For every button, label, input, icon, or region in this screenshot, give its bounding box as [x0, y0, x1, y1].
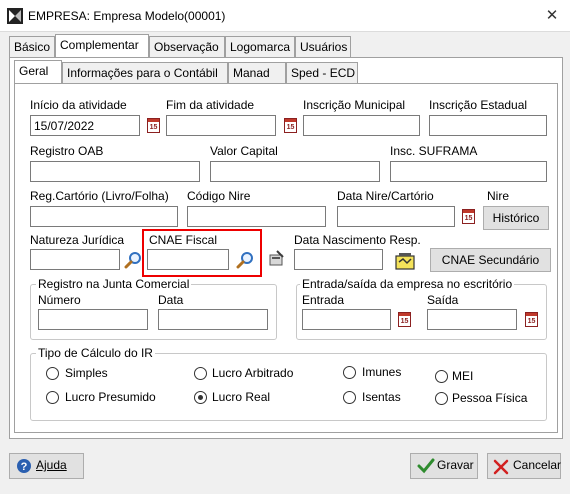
fim-atividade-calendar-icon[interactable]: 15 [284, 118, 297, 133]
registro-data-field[interactable] [158, 309, 268, 330]
cnae-fiscal-search-icon[interactable] [236, 251, 254, 269]
fim-atividade-label: Fim da atividade [166, 98, 255, 112]
inscricao-estadual-field[interactable] [429, 115, 547, 136]
radio-lucro-presumido[interactable] [46, 391, 59, 404]
birthday-icon[interactable] [395, 251, 415, 271]
entrada-field[interactable] [302, 309, 391, 330]
cnae-fiscal-field[interactable] [147, 249, 229, 270]
reg-cartorio-label: Reg.Cartório (Livro/Folha) [30, 189, 169, 203]
codigo-nire-field[interactable] [187, 206, 326, 227]
radio-pessoa-fisica[interactable] [435, 392, 448, 405]
cnae-secundario-button[interactable]: CNAE Secundário [430, 248, 551, 272]
tab-usuarios[interactable]: Usuários [295, 36, 351, 57]
codigo-nire-label: Código Nire [187, 189, 251, 203]
tipo-calculo-group [30, 353, 547, 421]
radio-isentas-label: Isentas [362, 390, 401, 404]
inscricao-municipal-label: Inscrição Municipal [303, 98, 406, 112]
data-nire-label: Data Nire/Cartório [337, 189, 434, 203]
data-nascimento-resp-label: Data Nascimento Resp. [294, 233, 421, 247]
tab-observacao[interactable]: Observação [149, 36, 225, 57]
tab-complementar[interactable]: Complementar [55, 34, 149, 57]
entrada-calendar-icon[interactable]: 15 [398, 312, 411, 327]
cancelar-button[interactable]: Cancelar [487, 453, 561, 479]
bottom-bar [0, 445, 570, 494]
tab-basico[interactable]: Básico [9, 36, 55, 57]
radio-lucro-arbitrado-label: Lucro Arbitrado [212, 366, 294, 380]
radio-mei-label: MEI [452, 369, 474, 383]
help-icon: ? [17, 459, 31, 473]
saida-calendar-icon[interactable]: 15 [525, 312, 538, 327]
ajuda-label: Ajuda [36, 458, 67, 472]
radio-pessoa-fisica-label: Pessoa Física [452, 391, 528, 405]
insc-suframa-field[interactable] [390, 161, 547, 182]
radio-lucro-real[interactable] [194, 391, 207, 404]
cnae-fiscal-label: CNAE Fiscal [149, 233, 218, 247]
inscricao-municipal-field[interactable] [303, 115, 420, 136]
radio-mei[interactable] [435, 370, 448, 383]
tipo-calculo-title: Tipo de Cálculo do IR [36, 346, 155, 360]
saida-label: Saída [427, 293, 459, 307]
inicio-atividade-label: Início da atividade [30, 98, 127, 112]
valor-capital-label: Valor Capital [210, 144, 278, 158]
app-logo-icon [7, 8, 23, 24]
radio-lucro-presumido-label: Lucro Presumido [65, 390, 156, 404]
registro-oab-field[interactable] [30, 161, 200, 182]
inicio-atividade-field[interactable] [30, 115, 140, 136]
data-nire-calendar-icon[interactable]: 15 [462, 209, 475, 224]
registro-data-label: Data [158, 293, 184, 307]
gravar-label: Gravar [437, 458, 474, 472]
registro-junta-title: Registro na Junta Comercial [36, 277, 192, 291]
sub-tab-bar: Geral Informações para o Contábil Manad … [14, 60, 358, 83]
main-tab-bar: Básico Complementar Observação Logomarca… [9, 34, 359, 57]
historico-button[interactable]: Histórico [483, 206, 549, 230]
ajuda-button[interactable]: ? Ajuda [9, 453, 84, 479]
saida-field[interactable] [427, 309, 517, 330]
registro-numero-field[interactable] [38, 309, 148, 330]
tab-manad[interactable]: Manad [228, 62, 286, 83]
close-icon[interactable]: ✕ [540, 6, 564, 26]
radio-isentas[interactable] [343, 391, 356, 404]
registro-oab-label: Registro OAB [30, 144, 104, 158]
registro-numero-label: Número [38, 293, 81, 307]
window-title: EMPRESA: Empresa Modelo(00001) [28, 9, 226, 23]
radio-lucro-real-label: Lucro Real [212, 390, 271, 404]
cnae-edit-icon[interactable] [267, 249, 285, 267]
natureza-juridica-field[interactable] [30, 249, 120, 270]
natureza-juridica-search-icon[interactable] [124, 251, 142, 269]
reg-cartorio-field[interactable] [30, 206, 178, 227]
entrada-label: Entrada [302, 293, 345, 307]
radio-simples[interactable] [46, 367, 59, 380]
tab-informacoes-contabil[interactable]: Informações para o Contábil [62, 62, 228, 83]
radio-simples-label: Simples [65, 366, 108, 380]
inscricao-estadual-label: Inscrição Estadual [429, 98, 528, 112]
valor-capital-field[interactable] [210, 161, 380, 182]
fim-atividade-field[interactable] [166, 115, 276, 136]
nire-label: Nire [487, 189, 510, 203]
title-bar: EMPRESA: Empresa Modelo(00001) ✕ [0, 0, 570, 32]
data-nire-field[interactable] [337, 206, 455, 227]
insc-suframa-label: Insc. SUFRAMA [390, 144, 478, 158]
tab-geral[interactable]: Geral [14, 60, 62, 83]
radio-imunes-label: Imunes [362, 365, 402, 379]
tab-sped-ecd[interactable]: Sped - ECD [286, 62, 358, 83]
tab-logomarca[interactable]: Logomarca [225, 36, 295, 57]
cancelar-label: Cancelar [513, 458, 562, 472]
radio-lucro-arbitrado[interactable] [194, 367, 207, 380]
inicio-atividade-calendar-icon[interactable]: 15 [147, 118, 160, 133]
entrada-saida-title: Entrada/saída da empresa no escritório [300, 277, 515, 291]
checkmark-icon [417, 458, 435, 474]
radio-imunes[interactable] [343, 366, 356, 379]
data-nascimento-resp-field[interactable] [294, 249, 383, 270]
cancel-x-icon [493, 459, 509, 475]
svg-text:?: ? [21, 461, 28, 473]
gravar-button[interactable]: Gravar [410, 453, 478, 479]
natureza-juridica-label: Natureza Jurídica [30, 233, 125, 247]
